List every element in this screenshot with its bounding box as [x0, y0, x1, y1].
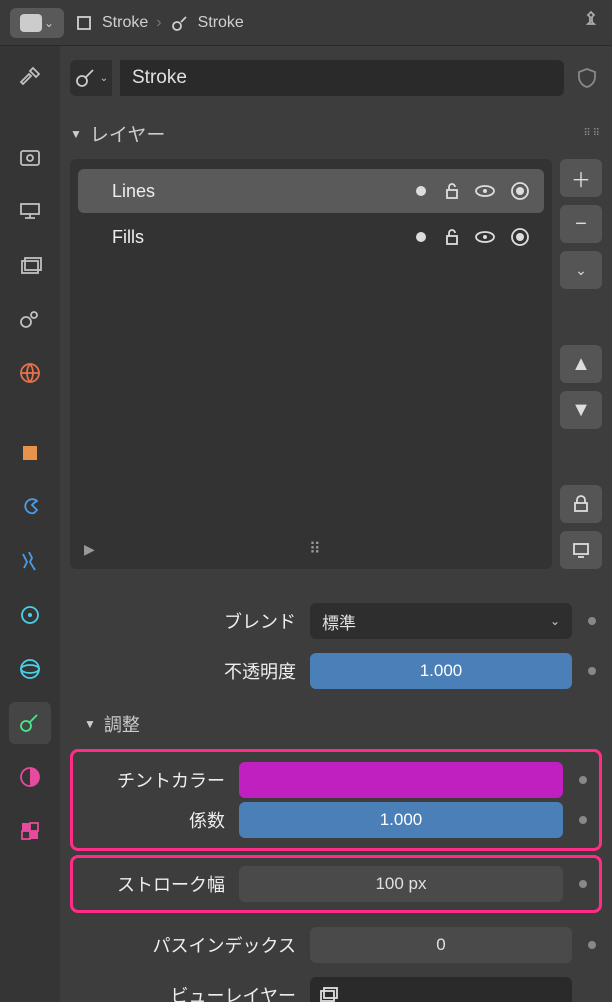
factor-label: 係数 — [79, 807, 229, 833]
tab-tool[interactable] — [9, 56, 51, 98]
display-icon[interactable] — [560, 531, 602, 569]
pin-icon[interactable] — [580, 9, 602, 36]
object-icon — [74, 13, 94, 33]
blend-select[interactable]: 標準⌄ — [310, 603, 572, 639]
move-down-button[interactable]: ▼ — [560, 391, 602, 429]
tab-render[interactable] — [9, 136, 51, 178]
visibility-icon[interactable] — [474, 226, 496, 248]
tab-particles[interactable] — [9, 594, 51, 636]
view-layer-field[interactable] — [310, 977, 572, 1002]
tint-color-field[interactable] — [239, 762, 563, 798]
tab-texture[interactable] — [9, 810, 51, 852]
keyframe-dot[interactable] — [579, 816, 587, 824]
panel-title: 調整 — [104, 711, 140, 737]
opacity-label: 不透明度 — [70, 658, 300, 684]
pass-index-label: パスインデックス — [70, 932, 300, 958]
onion-skin-icon[interactable] — [510, 227, 530, 247]
keyframe-dot[interactable] — [588, 667, 596, 675]
blend-label: ブレンド — [70, 608, 300, 634]
datablock-icon[interactable]: ⌄ — [70, 60, 112, 96]
tab-object[interactable] — [9, 432, 51, 474]
keyframe-dot[interactable] — [579, 880, 587, 888]
stroke-width-label: ストローク幅 — [79, 871, 229, 897]
keyframe-dot[interactable] — [579, 776, 587, 784]
lock-frame-icon[interactable] — [440, 227, 460, 247]
tab-effects[interactable] — [9, 540, 51, 582]
visibility-icon[interactable] — [474, 180, 496, 202]
add-layer-button[interactable]: ＋ — [560, 159, 602, 197]
layers-list[interactable]: Lines Fills — [70, 159, 552, 569]
panel-drag-handle-icon[interactable]: ⠿⠿ — [583, 128, 602, 139]
layer-name[interactable]: Lines — [92, 181, 406, 202]
remove-layer-button[interactable]: − — [560, 205, 602, 243]
pass-index-field[interactable]: 0 — [310, 927, 572, 963]
opacity-slider[interactable]: 1.000 — [310, 653, 572, 689]
mask-dot-icon[interactable] — [416, 232, 426, 242]
tab-viewlayer[interactable] — [9, 244, 51, 286]
lock-frame-icon[interactable] — [440, 181, 460, 201]
move-up-button[interactable]: ▲ — [560, 345, 602, 383]
tab-physics[interactable] — [9, 648, 51, 690]
factor-slider[interactable]: 1.000 — [239, 802, 563, 838]
layers-panel-header[interactable]: ▼ レイヤー ⠿⠿ — [70, 114, 602, 153]
highlight-stroke-width: ストローク幅 100 px — [70, 855, 602, 913]
lock-icon[interactable] — [560, 485, 602, 523]
tab-world[interactable] — [9, 352, 51, 394]
tab-material[interactable] — [9, 756, 51, 798]
layer-item[interactable]: Lines — [78, 169, 544, 213]
layer-menu-button[interactable]: ⌄ — [560, 251, 602, 289]
view-layer-label: ビューレイヤー — [70, 982, 300, 1002]
resize-handle-icon[interactable]: ⠿ — [309, 539, 324, 559]
object-name-field[interactable]: Stroke — [120, 60, 564, 96]
tab-data[interactable] — [9, 702, 51, 744]
shield-icon[interactable] — [572, 66, 602, 90]
highlight-tint: チントカラー 係数 1.000 — [70, 749, 602, 851]
renderlayer-icon — [318, 985, 338, 1002]
panel-title: レイヤー — [90, 120, 165, 147]
stroke-width-field[interactable]: 100 px — [239, 866, 563, 902]
layer-item[interactable]: Fills — [78, 215, 544, 259]
tab-scene[interactable] — [9, 298, 51, 340]
tab-output[interactable] — [9, 190, 51, 232]
keyframe-dot[interactable] — [588, 941, 596, 949]
tab-modifier[interactable] — [9, 486, 51, 528]
property-tabs — [0, 46, 60, 1002]
disclosure-triangle-icon: ▼ — [84, 717, 96, 731]
gpencil-icon — [170, 13, 190, 33]
layer-name[interactable]: Fills — [92, 227, 406, 248]
play-icon[interactable]: ▶ — [84, 541, 95, 558]
onion-skin-icon[interactable] — [510, 181, 530, 201]
adjustments-panel-header[interactable]: ▼ 調整 — [70, 703, 602, 745]
tint-color-label: チントカラー — [79, 767, 229, 793]
breadcrumb: Stroke › Stroke — [74, 13, 244, 33]
breadcrumb-item[interactable]: Stroke — [198, 14, 244, 32]
editor-type-switch[interactable]: ⌄ — [10, 8, 64, 38]
breadcrumb-item[interactable]: Stroke — [102, 14, 148, 32]
disclosure-triangle-icon: ▼ — [70, 127, 82, 141]
keyframe-dot[interactable] — [588, 617, 596, 625]
mask-dot-icon[interactable] — [416, 186, 426, 196]
